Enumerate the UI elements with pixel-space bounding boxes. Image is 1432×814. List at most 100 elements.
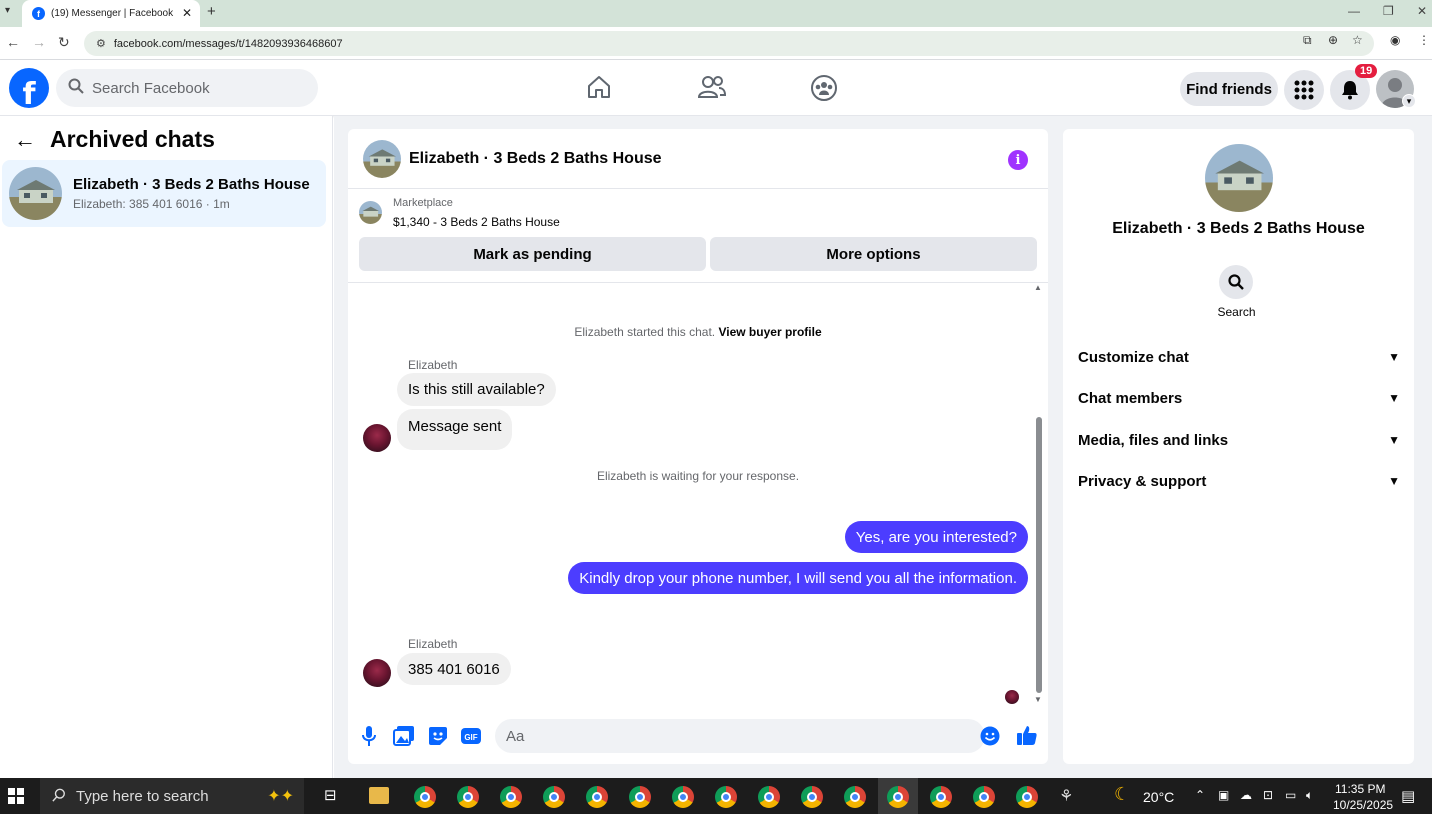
microphone-icon[interactable] [359,725,381,747]
meet-icon[interactable]: ▣ [1218,788,1229,802]
chrome-icon[interactable] [500,786,522,808]
forward-icon[interactable]: → [32,34,46,50]
facebook-logo[interactable]: f [9,68,49,108]
task-view-icon[interactable]: ⊟ [324,786,337,804]
back-arrow-icon[interactable]: ← [14,127,36,153]
chrome-icon[interactable] [973,786,995,808]
like-thumb-icon[interactable] [1016,724,1038,746]
security-icon[interactable]: ⊡ [1263,788,1273,802]
photo-icon[interactable] [393,725,415,747]
scroll-down-icon[interactable]: ▼ [1034,695,1042,704]
tab-search-icon[interactable]: ▾ [5,5,10,16]
outgoing-message[interactable]: Yes, are you interested? [844,521,1028,553]
home-icon[interactable] [586,74,614,102]
gif-icon[interactable]: GIF [460,725,482,747]
profile-icon[interactable]: ◉ [1390,33,1400,47]
file-explorer-icon[interactable] [369,787,389,804]
chrome-icon[interactable] [801,786,823,808]
install-app-icon[interactable]: ⧉ [1303,33,1312,48]
chevron-down-icon: ▼ [1388,391,1400,405]
chrome-icon[interactable] [629,786,651,808]
copilot-sparkle-icon[interactable]: ✦✦ [267,786,294,806]
search-input[interactable] [92,79,292,97]
chevron-down-icon: ▼ [1388,350,1400,364]
privacy-support-section[interactable]: Privacy & support ▼ [1078,466,1400,496]
marketplace-label: Marketplace [393,197,453,209]
customize-chat-section[interactable]: Customize chat ▼ [1078,342,1400,372]
incoming-message[interactable]: 385 401 6016 [397,653,511,685]
message-composer: GIF [348,717,1048,757]
chrome-icon[interactable] [715,786,737,808]
temperature[interactable]: 20°C [1143,789,1174,805]
chrome-icon[interactable] [930,786,952,808]
chrome-icon[interactable] [1016,786,1038,808]
info-icon[interactable]: i [1008,150,1028,170]
chrome-icon[interactable] [457,786,479,808]
profile-avatar[interactable] [1205,144,1273,212]
show-hidden-icons-icon[interactable]: ⌃ [1195,788,1205,802]
view-buyer-profile-link[interactable]: View buyer profile [718,325,821,339]
network-icon[interactable]: ▭ [1285,788,1296,802]
reload-icon[interactable]: ↻ [58,34,70,51]
bookmark-star-icon[interactable]: ☆ [1352,33,1363,47]
browser-tab[interactable]: f (19) Messenger | Facebook ✕ [22,0,200,27]
friends-icon[interactable] [697,74,727,102]
facebook-search[interactable] [56,69,318,107]
message-input-box[interactable] [495,719,985,753]
account-chevron-icon[interactable]: ▾ [1402,94,1416,108]
weather-moon-icon[interactable]: ☾ [1114,784,1130,805]
taskbar-search[interactable]: Type here to search ✦✦ [40,778,304,814]
windows-taskbar: Type here to search ✦✦ ⊟ ⚘ ☾ 20°C ⌃ ▣ ☁ … [0,778,1432,814]
groups-icon[interactable] [810,74,838,102]
marketplace-listing[interactable]: Marketplace $1,340 - 3 Beds 2 Baths Hous… [359,197,560,229]
chat-started-text: Elizabeth started this chat. [574,325,716,339]
incoming-message[interactable]: Message sent [397,409,513,450]
sender-avatar[interactable] [363,424,391,452]
notification-center-icon[interactable]: ▤ [1401,787,1415,805]
section-label: Customize chat [1078,348,1189,366]
chrome-icon[interactable] [543,786,565,808]
sticker-icon[interactable] [427,725,449,747]
zoom-icon[interactable]: ⊕ [1328,33,1338,47]
minimize-icon[interactable]: — [1348,4,1360,18]
sender-avatar[interactable] [363,659,391,687]
browser-menu-icon[interactable]: ⋮ [1418,33,1430,47]
chrome-icon[interactable] [586,786,608,808]
restore-icon[interactable]: ❐ [1383,4,1394,18]
more-options-button[interactable]: More options [710,237,1037,271]
clock-date[interactable]: 10/25/2025 [1333,798,1393,812]
chevron-down-icon: ▼ [1388,433,1400,447]
emoji-icon[interactable] [980,726,1002,748]
menu-grid-icon[interactable] [1284,70,1324,110]
site-info-icon[interactable]: ⚙ [96,37,106,50]
new-tab-icon[interactable]: + [207,3,216,20]
conversation-title[interactable]: Elizabeth · 3 Beds 2 Baths House [409,150,662,168]
clock-time[interactable]: 11:35 PM [1335,782,1385,796]
conversation-avatar[interactable] [363,139,401,178]
back-icon[interactable]: ← [6,34,20,50]
volume-icon[interactable]: 🔈︎ [1306,788,1313,803]
windows-start-icon[interactable] [8,788,24,809]
search-in-conversation-button[interactable] [1219,265,1253,299]
chrome-icon[interactable] [844,786,866,808]
incoming-message[interactable]: Is this still available? [397,373,556,406]
chrome-icon[interactable] [887,786,909,808]
media-files-links-section[interactable]: Media, files and links ▼ [1078,425,1400,455]
chrome-icon[interactable] [672,786,694,808]
mark-as-pending-button[interactable]: Mark as pending [359,237,706,271]
message-scrollbar[interactable] [1036,417,1042,693]
find-friends-button[interactable]: Find friends [1180,72,1278,106]
message-input[interactable] [506,727,946,745]
close-window-icon[interactable]: ✕ [1417,4,1427,18]
address-bar[interactable]: ⚙ facebook.com/messages/t/14820939364686… [84,31,1374,56]
chrome-icon[interactable] [414,786,436,808]
chat-list-item[interactable]: Elizabeth · 3 Beds 2 Baths House Elizabe… [2,160,326,227]
chrome-icon[interactable] [758,786,780,808]
app-icon[interactable]: ⚘ [1059,786,1073,806]
close-tab-icon[interactable]: ✕ [182,6,192,20]
onedrive-icon[interactable]: ☁ [1240,788,1252,802]
outgoing-message[interactable]: Kindly drop your phone number, I will se… [568,562,1028,594]
divider [348,282,1048,283]
chat-members-section[interactable]: Chat members ▼ [1078,383,1400,413]
scroll-up-icon[interactable]: ▲ [1034,283,1042,292]
